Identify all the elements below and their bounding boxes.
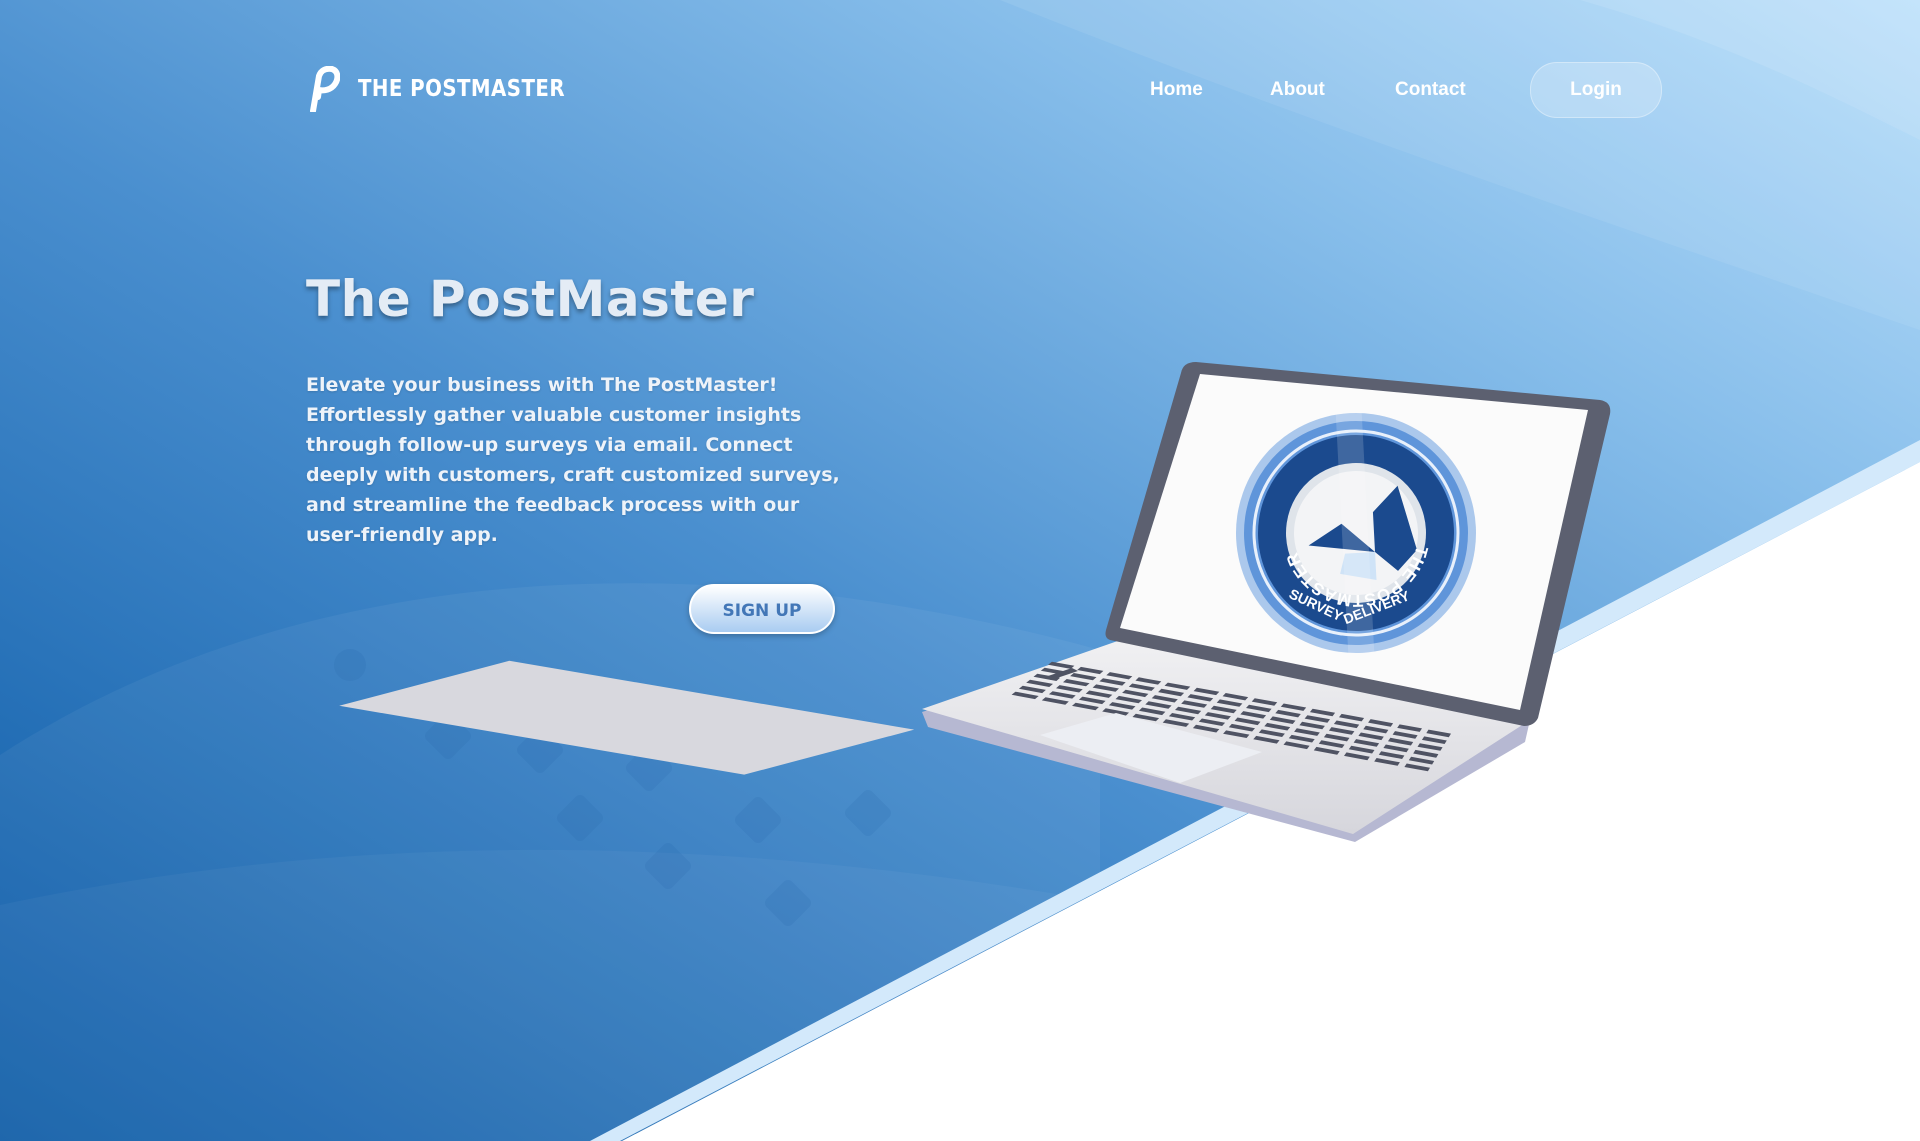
brand-logo[interactable]: THE POSTMASTER [306, 66, 599, 112]
brand-name: THE POSTMASTER [358, 76, 565, 102]
main-navigation: Home About Contact Login [1100, 62, 1664, 118]
nav-home-link[interactable]: Home [1150, 62, 1203, 118]
nav-about-link[interactable]: About [1270, 62, 1325, 118]
laptop-illustration: THE POSTMASTER SURVEY DELIVERY [339, 362, 1611, 842]
nav-contact-link[interactable]: Contact [1395, 62, 1466, 118]
hero-description: Elevate your business with The PostMaste… [306, 374, 840, 546]
hero-title: The PostMaster [306, 270, 755, 328]
sign-up-button[interactable]: SIGN UP [689, 584, 835, 634]
stylized-p-logo-icon [310, 66, 340, 112]
login-button[interactable]: Login [1530, 62, 1662, 118]
